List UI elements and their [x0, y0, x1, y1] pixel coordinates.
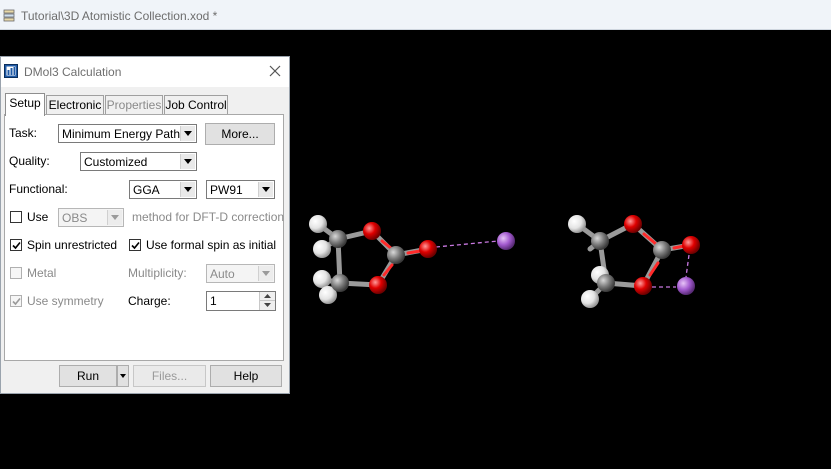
- tab-job-control[interactable]: Job Control: [164, 95, 228, 115]
- chevron-down-icon: [120, 374, 126, 378]
- arrow-up-icon: [264, 294, 271, 298]
- stepper-down-button[interactable]: [260, 301, 275, 310]
- dialog-titlebar[interactable]: DMol3 Calculation: [1, 57, 289, 87]
- charge-stepper[interactable]: 1: [206, 291, 276, 311]
- document-titlebar[interactable]: Tutorial\3D Atomistic Collection.xod *: [0, 0, 831, 30]
- chevron-down-icon: [258, 182, 273, 197]
- stepper-up-button[interactable]: [260, 292, 275, 301]
- document-stack-icon: [3, 9, 15, 22]
- spin-unrestricted-label: Spin unrestricted: [27, 238, 118, 252]
- use-label: Use: [27, 210, 49, 224]
- multiplicity-label: Multiplicity:: [128, 266, 187, 280]
- task-value: Minimum Energy Path: [62, 127, 181, 141]
- chevron-down-icon: [258, 266, 273, 281]
- tab-properties[interactable]: Properties: [105, 95, 163, 115]
- charge-label: Charge:: [128, 294, 171, 308]
- functional-type-select[interactable]: GGA: [129, 180, 197, 199]
- tab-electronic[interactable]: Electronic: [46, 95, 104, 115]
- setup-panel: Task: Minimum Energy Path More... Qualit…: [4, 114, 284, 361]
- dftd-method-select[interactable]: OBS: [58, 208, 124, 227]
- run-dropdown-button[interactable]: [117, 365, 129, 387]
- functional-type-value: GGA: [133, 183, 160, 197]
- dmol3-app-icon: [4, 64, 18, 78]
- dftd-method-value: OBS: [62, 211, 88, 225]
- run-button[interactable]: Run: [59, 365, 117, 387]
- document-title: Tutorial\3D Atomistic Collection.xod *: [21, 9, 218, 23]
- formal-spin-checkbox[interactable]: [129, 239, 141, 251]
- use-symmetry-checkbox[interactable]: [10, 295, 22, 307]
- quality-select[interactable]: Customized: [80, 152, 197, 171]
- functional-label: Functional:: [9, 182, 68, 196]
- arrow-down-icon: [264, 303, 271, 307]
- charge-value: 1: [210, 294, 217, 308]
- chevron-down-icon: [180, 154, 195, 169]
- quality-label: Quality:: [9, 154, 50, 168]
- stepper-buttons: [259, 292, 275, 310]
- files-button[interactable]: Files...: [133, 365, 206, 387]
- ethylene-carbonate-right[interactable]: [568, 215, 700, 308]
- functional-name-value: PW91: [210, 183, 243, 197]
- task-label: Task:: [9, 126, 38, 140]
- help-button[interactable]: Help: [210, 365, 282, 387]
- formal-spin-label: Use formal spin as initial: [146, 238, 277, 252]
- ethylene-carbonate-left[interactable]: [309, 215, 515, 304]
- use-symmetry-label: Use symmetry: [27, 294, 104, 308]
- checkmark-icon: [12, 297, 21, 306]
- use-dftd-checkbox[interactable]: [10, 211, 22, 223]
- multiplicity-select[interactable]: Auto: [206, 264, 275, 283]
- dialog-title: DMol3 Calculation: [24, 65, 122, 79]
- dftd-description: method for DFT-D correction: [132, 210, 285, 224]
- multiplicity-value: Auto: [210, 267, 235, 281]
- metal-checkbox[interactable]: [10, 267, 22, 279]
- functional-name-select[interactable]: PW91: [206, 180, 275, 199]
- task-select[interactable]: Minimum Energy Path: [58, 124, 197, 143]
- tab-setup[interactable]: Setup: [5, 93, 45, 116]
- chevron-down-icon: [180, 182, 195, 197]
- checkmark-icon: [131, 241, 140, 250]
- checkmark-icon: [12, 241, 21, 250]
- close-icon[interactable]: [267, 63, 283, 79]
- metal-label: Metal: [27, 266, 57, 280]
- chevron-down-icon: [180, 126, 195, 141]
- quality-value: Customized: [84, 155, 148, 169]
- spin-unrestricted-checkbox[interactable]: [10, 239, 22, 251]
- chevron-down-icon: [107, 210, 122, 225]
- more-button[interactable]: More...: [205, 123, 275, 145]
- dmol3-calculation-dialog[interactable]: DMol3 Calculation Setup Electronic Prope…: [0, 56, 290, 394]
